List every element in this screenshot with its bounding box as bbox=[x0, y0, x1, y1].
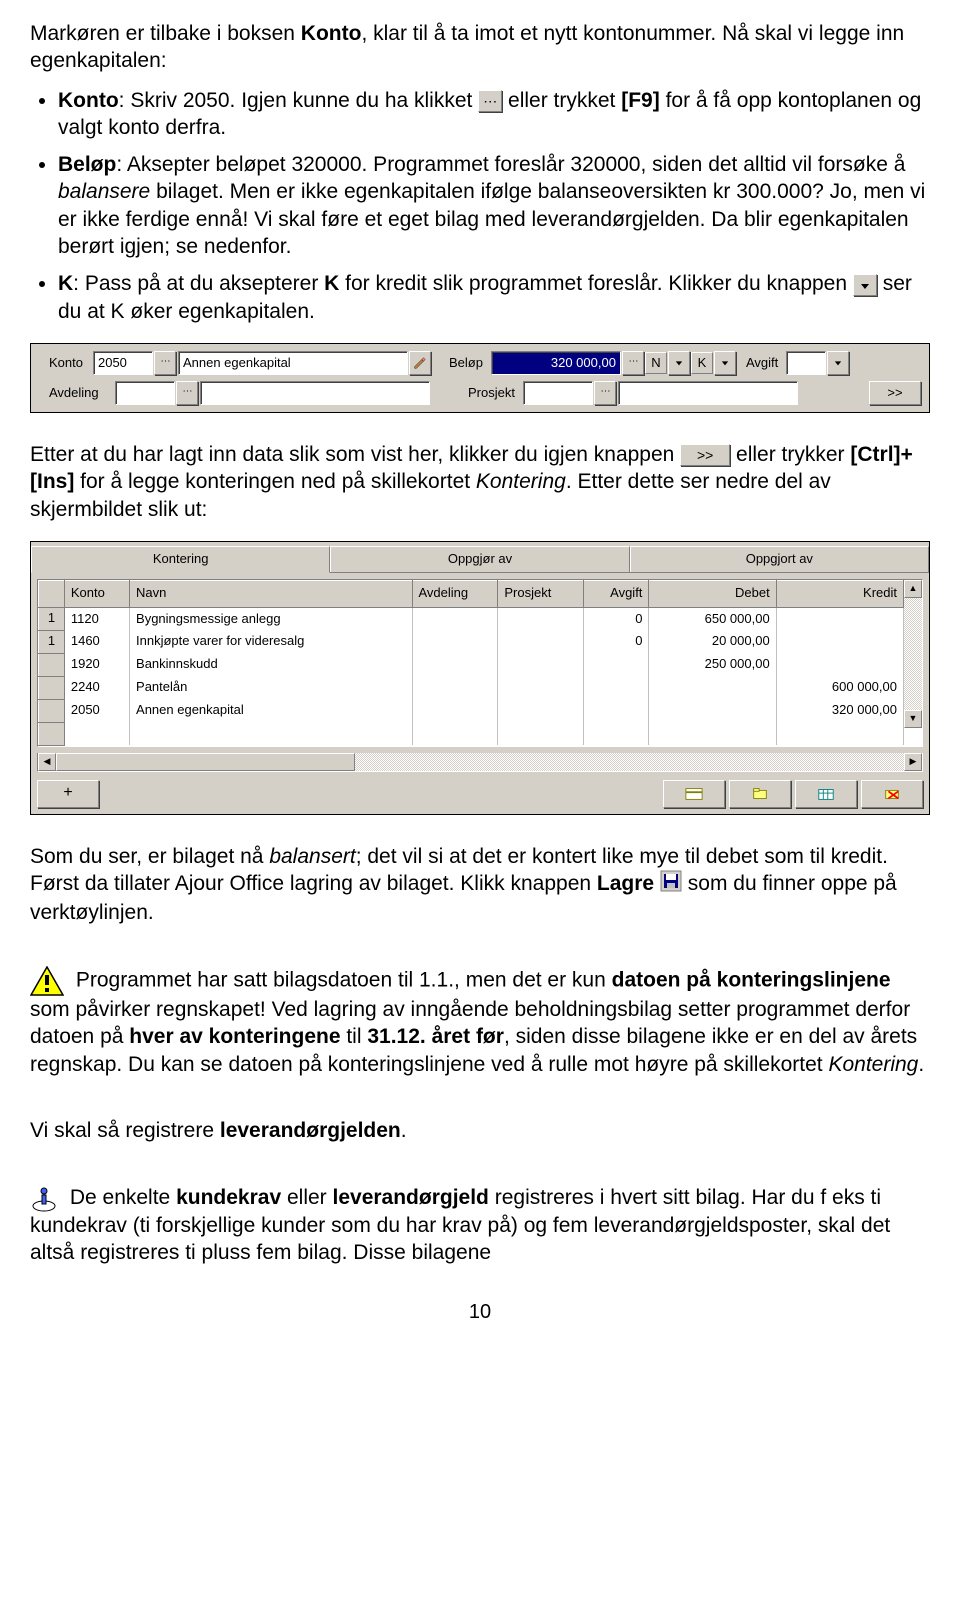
kontering-table: Konto Navn Avdeling Prosjekt Avgift Debe… bbox=[38, 580, 904, 746]
prosjekt-input[interactable] bbox=[523, 381, 593, 405]
page-number: 10 bbox=[30, 1299, 930, 1325]
table-row[interactable] bbox=[39, 722, 904, 745]
grid-wrapper: Konto Navn Avdeling Prosjekt Avgift Debe… bbox=[37, 579, 923, 747]
scroll-left-icon[interactable]: ◀ bbox=[38, 753, 56, 771]
konto-input[interactable]: 2050 bbox=[93, 351, 153, 375]
instruction-list: Konto: Skriv 2050. Igjen kunne du ha kli… bbox=[30, 87, 930, 325]
table-row[interactable]: 2050 Annen egenkapital 320 000,00 bbox=[39, 699, 904, 722]
kontering-panel: Kontering Oppgjør av Oppgjort av Konto N… bbox=[30, 541, 930, 815]
avdeling-name-field[interactable] bbox=[200, 381, 430, 405]
leverandorgjeld-paragraph: Vi skal så registrere leverandørgjelden. bbox=[30, 1117, 930, 1144]
prosjekt-lookup-button[interactable] bbox=[594, 381, 616, 405]
tab-row: Kontering Oppgjør av Oppgjort av bbox=[31, 542, 929, 573]
n-box[interactable]: N bbox=[645, 352, 667, 374]
k-box[interactable]: K bbox=[691, 352, 713, 374]
avgift-input[interactable] bbox=[786, 351, 826, 375]
belop-lookup-button[interactable] bbox=[622, 351, 644, 375]
konto-label: Konto bbox=[35, 355, 93, 372]
col-navn[interactable]: Navn bbox=[130, 580, 412, 607]
table-row[interactable]: 1920 Bankinnskudd 250 000,00 bbox=[39, 653, 904, 676]
warning-icon bbox=[30, 966, 64, 996]
next-button[interactable]: >> bbox=[869, 381, 921, 405]
col-konto[interactable]: Konto bbox=[64, 580, 129, 607]
bullet-k: K: Pass på at du aksepterer K for kredit… bbox=[58, 270, 930, 325]
bullet-konto: Konto: Skriv 2050. Igjen kunne du ha kli… bbox=[58, 87, 930, 142]
tab-oppgjort-av[interactable]: Oppgjort av bbox=[630, 546, 929, 572]
entry-panel: Konto 2050 Annen egenkapital Beløp 320 0… bbox=[30, 343, 930, 413]
save-icon bbox=[660, 874, 682, 897]
toolbar-folder-button[interactable] bbox=[729, 780, 791, 808]
table-row[interactable]: 1 1120 Bygningsmessige anlegg 0 650 000,… bbox=[39, 607, 904, 630]
toolbar-delete-button[interactable] bbox=[861, 780, 923, 808]
col-prosjekt[interactable]: Prosjekt bbox=[498, 580, 584, 607]
tab-kontering[interactable]: Kontering bbox=[31, 546, 330, 573]
after-entry-paragraph: Etter at du har lagt inn data slik som v… bbox=[30, 441, 930, 523]
scroll-up-icon[interactable]: ▲ bbox=[904, 580, 922, 598]
scrollbar-thumb[interactable] bbox=[56, 753, 355, 771]
edit-pencil-button[interactable] bbox=[409, 351, 431, 375]
tab-oppgjor-av[interactable]: Oppgjør av bbox=[330, 546, 629, 572]
col-rowhdr[interactable] bbox=[39, 580, 65, 607]
col-avdeling[interactable]: Avdeling bbox=[412, 580, 498, 607]
prosjekt-label: Prosjekt bbox=[430, 385, 523, 402]
avgift-dropdown-button[interactable] bbox=[827, 351, 849, 375]
n-dropdown-button[interactable] bbox=[668, 351, 690, 375]
belop-input[interactable]: 320 000,00 bbox=[491, 351, 621, 375]
avdeling-input[interactable] bbox=[115, 381, 175, 405]
prosjekt-name-field[interactable] bbox=[618, 381, 798, 405]
dropdown-icon bbox=[853, 274, 877, 296]
info-paragraph: De enkelte kundekrav eller leverandørgje… bbox=[30, 1184, 930, 1267]
col-avgift[interactable]: Avgift bbox=[584, 580, 649, 607]
belop-label: Beløp bbox=[431, 355, 491, 372]
table-row[interactable]: 2240 Pantelån 600 000,00 bbox=[39, 676, 904, 699]
bullet-belop: Beløp: Aksepter beløpet 320000. Programm… bbox=[58, 151, 930, 260]
k-dropdown-button[interactable] bbox=[714, 351, 736, 375]
toolbar: + bbox=[31, 776, 929, 814]
toolbar-calendar-button[interactable] bbox=[795, 780, 857, 808]
col-kredit[interactable]: Kredit bbox=[776, 580, 903, 607]
col-debet[interactable]: Debet bbox=[649, 580, 776, 607]
avdeling-label: Avdeling bbox=[35, 385, 115, 402]
table-row[interactable]: 1 1460 Innkjøpte varer for videresalg 0 … bbox=[39, 630, 904, 653]
scroll-right-icon[interactable]: ▶ bbox=[904, 753, 922, 771]
scroll-down-icon[interactable]: ▼ bbox=[904, 710, 922, 728]
vertical-scrollbar[interactable]: ▲ ▼ bbox=[904, 580, 922, 728]
avdeling-lookup-button[interactable] bbox=[176, 381, 198, 405]
konto-lookup-button[interactable] bbox=[154, 351, 176, 375]
konto-name-field[interactable]: Annen egenkapital bbox=[178, 351, 408, 375]
intro-paragraph: Markøren er tilbake i boksen Konto, klar… bbox=[30, 20, 930, 75]
balanced-paragraph: Som du ser, er bilaget nå balansert; det… bbox=[30, 843, 930, 927]
info-icon bbox=[30, 1184, 58, 1212]
ellipsis-button-icon: ⋯ bbox=[478, 90, 502, 112]
add-row-button[interactable]: + bbox=[37, 780, 99, 808]
horizontal-scrollbar[interactable]: ◀ ▶ bbox=[37, 753, 923, 772]
warning-paragraph: Programmet har satt bilagsdatoen til 1.1… bbox=[30, 966, 930, 1078]
toolbar-card-button[interactable] bbox=[663, 780, 725, 808]
next-button-icon: >> bbox=[680, 444, 730, 466]
avgift-label: Avgift bbox=[736, 355, 786, 372]
